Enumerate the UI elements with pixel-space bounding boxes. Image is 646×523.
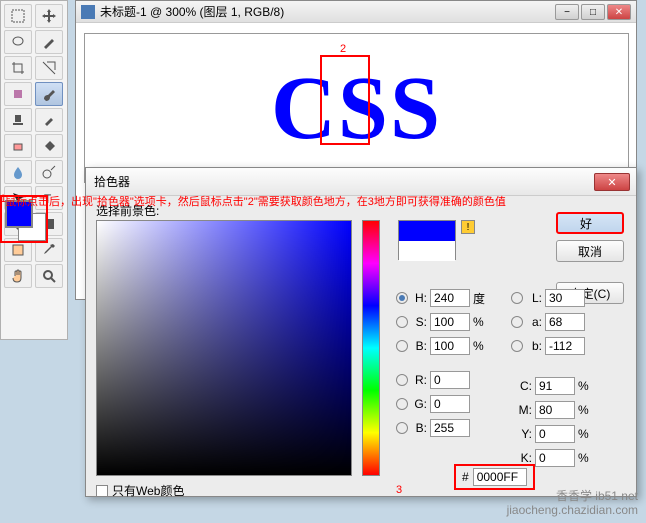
- lasso-tool[interactable]: [4, 30, 32, 54]
- bv-input[interactable]: [430, 337, 470, 355]
- history-brush-tool[interactable]: [35, 108, 63, 132]
- g-radio[interactable]: [396, 398, 408, 410]
- h-input[interactable]: [430, 289, 470, 307]
- color-field[interactable]: [96, 220, 352, 476]
- b-radio[interactable]: [396, 422, 408, 434]
- wand-tool[interactable]: [35, 30, 63, 54]
- gamut-warning-icon[interactable]: !: [461, 220, 475, 234]
- m-input[interactable]: [535, 401, 575, 419]
- document-title: 未标题-1 @ 300% (图层 1, RGB/8): [100, 3, 284, 20]
- k-input[interactable]: [535, 449, 575, 467]
- r-radio[interactable]: [396, 374, 408, 386]
- bucket-tool[interactable]: [35, 134, 63, 158]
- watermark: 香香学 ib51 net jiaocheng.chazidian.com: [507, 489, 638, 517]
- hex-field: #: [454, 464, 535, 490]
- ok-button[interactable]: 好: [556, 212, 624, 234]
- heal-tool[interactable]: [4, 82, 32, 106]
- web-only-checkbox[interactable]: [96, 485, 108, 497]
- g-input[interactable]: [430, 395, 470, 413]
- hex-label: #: [462, 470, 469, 484]
- h-radio[interactable]: [396, 292, 408, 304]
- color-picker-dialog: 拾色器 ✕ 选择前景色: ! 好 取消 自定(C) H:度 S:% B:% R:…: [85, 167, 637, 497]
- lb-radio[interactable]: [511, 340, 523, 352]
- maximize-button[interactable]: □: [581, 4, 605, 20]
- web-only-label: 只有Web颜色: [112, 482, 184, 499]
- minimize-button[interactable]: −: [555, 4, 579, 20]
- brush-tool[interactable]: [35, 82, 63, 106]
- web-only-row[interactable]: 只有Web颜色: [96, 482, 184, 499]
- marker-3-label: 3: [396, 484, 402, 496]
- marker-2-label: 2: [340, 43, 346, 55]
- close-button[interactable]: ✕: [607, 4, 631, 20]
- dodge-tool[interactable]: [35, 160, 63, 184]
- cancel-button[interactable]: 取消: [556, 240, 624, 262]
- move-tool[interactable]: [35, 4, 63, 28]
- slice-tool[interactable]: [35, 56, 63, 80]
- a-input[interactable]: [545, 313, 585, 331]
- marker-2-box: [320, 55, 370, 145]
- marquee-tool[interactable]: [4, 4, 32, 28]
- y-input[interactable]: [535, 425, 575, 443]
- hsb-fields: H:度 S:% B:% R: G: B:: [396, 286, 491, 440]
- c-input[interactable]: [535, 377, 575, 395]
- a-radio[interactable]: [511, 316, 523, 328]
- zoom-tool[interactable]: [35, 264, 63, 288]
- r-input[interactable]: [430, 371, 470, 389]
- marker-1-label: 1: [0, 193, 6, 205]
- hue-slider[interactable]: [362, 220, 380, 476]
- bv-radio[interactable]: [396, 340, 408, 352]
- old-color[interactable]: [399, 241, 455, 261]
- s-radio[interactable]: [396, 316, 408, 328]
- picker-titlebar[interactable]: 拾色器 ✕: [86, 168, 636, 196]
- picker-close-button[interactable]: ✕: [594, 173, 630, 191]
- cmyk-fields: C:% M:% Y:% K:%: [516, 374, 596, 470]
- document-titlebar[interactable]: 未标题-1 @ 300% (图层 1, RGB/8) − □ ✕: [76, 1, 636, 23]
- stamp-tool[interactable]: [4, 108, 32, 132]
- l-radio[interactable]: [511, 292, 523, 304]
- b-input[interactable]: [430, 419, 470, 437]
- l-input[interactable]: [545, 289, 585, 307]
- blur-tool[interactable]: [4, 160, 32, 184]
- tools-panel: T: [0, 0, 68, 340]
- s-input[interactable]: [430, 313, 470, 331]
- new-color[interactable]: [399, 221, 455, 241]
- picker-title: 拾色器: [94, 173, 130, 190]
- document-icon: [81, 5, 95, 19]
- crop-tool[interactable]: [4, 56, 32, 80]
- lb-input[interactable]: [545, 337, 585, 355]
- hex-input[interactable]: [473, 468, 527, 486]
- instruction-text: 鼠标点击后，出现"拾色器"选项卡，然后鼠标点击"2"需要获取颜色地方，在3地方即…: [5, 193, 645, 209]
- eraser-tool[interactable]: [4, 134, 32, 158]
- hand-tool[interactable]: [4, 264, 32, 288]
- lab-fields: L: a: b:: [511, 286, 585, 358]
- color-preview: [398, 220, 456, 260]
